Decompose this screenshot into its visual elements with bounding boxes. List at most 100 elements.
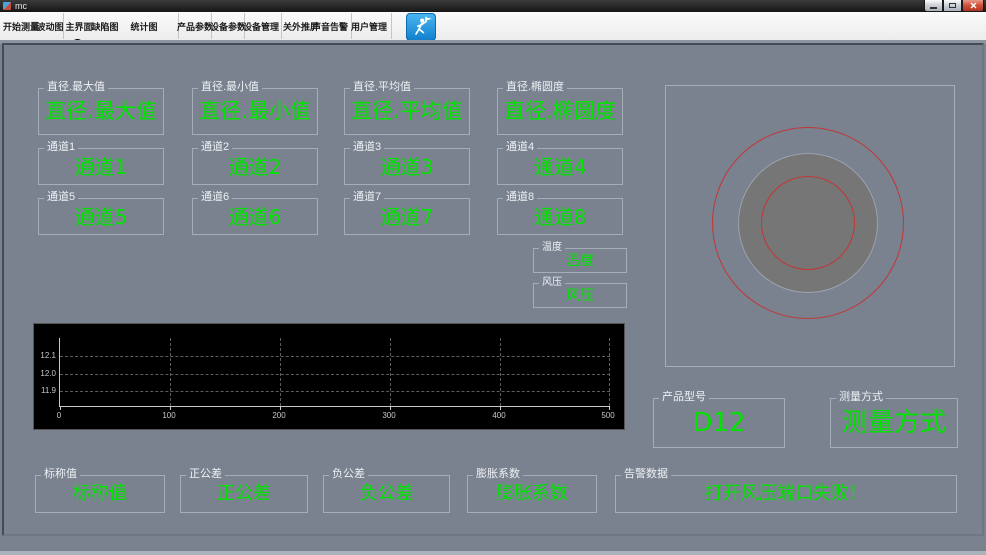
stat-box-diameter-avg: 直径.平均值 直径.平均值 — [344, 81, 470, 135]
btn-device-manage[interactable]: 设备管理 — [243, 15, 279, 43]
chart-plot-area — [59, 338, 610, 410]
y-tick-label: 12.1 — [40, 351, 56, 360]
chart-gridline — [60, 391, 610, 392]
stat-value: 直径.最小值 — [199, 99, 311, 123]
channel-value: 通道6 — [228, 204, 282, 229]
alarm-data-box: 告警数据 打开风压端口失败！ — [615, 468, 957, 513]
channel-label: 通道4 — [503, 141, 538, 154]
trend-chart: 12.1 12.0 11.9 0 100 200 300 400 500 — [33, 323, 625, 430]
btn-external-screen[interactable]: 关外推屏 — [283, 15, 319, 37]
chart-tick — [390, 406, 391, 410]
y-tick-label: 12.0 — [40, 369, 56, 378]
x-tick-label: 300 — [382, 411, 396, 420]
minus-tolerance-label: 负公差 — [329, 468, 368, 481]
stat-value: 直径.最大值 — [45, 99, 157, 123]
alarm-message: 打开风压端口失败！ — [705, 483, 867, 504]
channel-box-7: 通道7 通道7 — [344, 191, 470, 235]
figure-flag-icon — [415, 16, 432, 35]
chart-gridline — [500, 338, 501, 406]
maximize-icon — [949, 3, 956, 8]
expansion-coeff-box: 膨胀系数 膨胀系数 — [467, 468, 597, 513]
channel-label: 通道6 — [198, 191, 233, 204]
x-tick-label: 500 — [601, 411, 615, 420]
channel-box-4: 通道4 通道4 — [497, 141, 623, 185]
btn-main-screen[interactable]: 主界面 — [66, 15, 93, 37]
close-icon — [970, 2, 976, 9]
air-pressure-value: 风压 — [566, 287, 594, 304]
plus-tolerance-box: 正公差 正公差 — [180, 468, 308, 513]
btn-user-manage[interactable]: 用户管理 — [351, 15, 387, 43]
stat-value: 直径.椭圆度 — [504, 99, 616, 123]
chart-tick — [170, 406, 171, 410]
nominal-value: 标称值 — [73, 483, 127, 504]
cross-section-display — [665, 85, 955, 367]
product-model-box: 产品型号 D12 — [653, 391, 785, 448]
x-tick-label: 400 — [492, 411, 506, 420]
air-pressure-label: 风压 — [539, 276, 565, 289]
chart-gridline — [60, 356, 610, 357]
channel-box-5: 通道5 通道5 — [38, 191, 164, 235]
btn-sound-alarm[interactable]: 声音告警 — [312, 15, 348, 37]
btn-start-measure[interactable]: 开始测量 — [3, 15, 39, 37]
channel-value: 通道1 — [74, 154, 128, 179]
channel-value: 通道3 — [380, 154, 434, 179]
plus-tolerance-value: 正公差 — [217, 483, 271, 504]
main-panel: 直径.最大值 直径.最大值 直径.最小值 直径.最小值 直径.平均值 直径.平均… — [2, 43, 984, 536]
toolbar-separator — [281, 13, 282, 39]
channel-label: 通道1 — [44, 141, 79, 154]
bottom-strip — [0, 551, 986, 555]
stat-value: 直径.平均值 — [351, 99, 463, 123]
app-logo-button[interactable] — [406, 13, 436, 41]
channel-box-1: 通道1 通道1 — [38, 141, 164, 185]
toolbar-separator — [391, 13, 392, 39]
chart-tick — [609, 406, 610, 410]
product-model-label: 产品型号 — [659, 391, 709, 404]
stat-box-diameter-max: 直径.最大值 直径.最大值 — [38, 81, 164, 135]
btn-stats-chart[interactable]: 统计图 — [131, 15, 158, 37]
x-tick-label: 0 — [56, 411, 62, 420]
chart-gridline — [280, 338, 281, 406]
product-model-value: D12 — [692, 408, 746, 438]
channel-label: 通道2 — [198, 141, 233, 154]
stat-label: 直径.椭圆度 — [503, 81, 568, 94]
temperature-box: 温度 温度 — [533, 241, 627, 273]
channel-label: 通道8 — [503, 191, 538, 204]
window-app-icon — [3, 2, 11, 10]
channel-box-6: 通道6 通道6 — [192, 191, 318, 235]
channel-box-3: 通道3 通道3 — [344, 141, 470, 185]
stat-box-diameter-min: 直径.最小值 直径.最小值 — [192, 81, 318, 135]
alarm-data-label: 告警数据 — [621, 468, 671, 481]
chart-gridline — [609, 338, 610, 406]
chart-gridline — [170, 338, 171, 406]
x-tick-label: 200 — [272, 411, 286, 420]
btn-defect-chart[interactable]: 缺陷图 — [92, 15, 119, 37]
temperature-label: 温度 — [539, 241, 565, 254]
channel-value: 通道8 — [533, 204, 587, 229]
channel-value: 通道4 — [533, 154, 587, 179]
btn-device-params[interactable]: 设备参数 — [210, 15, 246, 43]
minimize-icon — [930, 6, 937, 9]
channel-label: 通道3 — [350, 141, 385, 154]
stat-box-ovality: 直径.椭圆度 直径.椭圆度 — [497, 81, 623, 135]
chart-tick — [60, 406, 61, 410]
btn-product-params[interactable]: 产品参数 — [177, 15, 213, 43]
titlebar: mc — [0, 0, 986, 12]
y-tick-label: 11.9 — [41, 386, 56, 395]
tolerance-inner-ring — [761, 176, 855, 270]
stat-label: 直径.平均值 — [350, 81, 415, 94]
channel-box-2: 通道2 通道2 — [192, 141, 318, 185]
toolbar-separator — [63, 13, 64, 39]
measure-mode-label: 测量方式 — [836, 391, 886, 404]
minus-tolerance-value: 负公差 — [359, 483, 414, 504]
btn-wave-chart[interactable]: 波动图 — [37, 15, 64, 37]
expansion-coeff-value: 膨胀系数 — [496, 483, 568, 504]
chart-tick — [500, 406, 501, 410]
window-title: mc — [15, 0, 27, 11]
maximize-button[interactable] — [943, 0, 962, 12]
measure-mode-value: 测量方式 — [841, 408, 946, 438]
expansion-coeff-label: 膨胀系数 — [473, 468, 523, 481]
chart-tick — [280, 406, 281, 410]
close-button[interactable] — [962, 0, 984, 12]
toolbar: 开始测量 波动图 主界面 缺陷图 统计图 产品参数 设备参数 设备管理 关外推屏… — [0, 12, 986, 50]
minimize-button[interactable] — [924, 0, 943, 12]
